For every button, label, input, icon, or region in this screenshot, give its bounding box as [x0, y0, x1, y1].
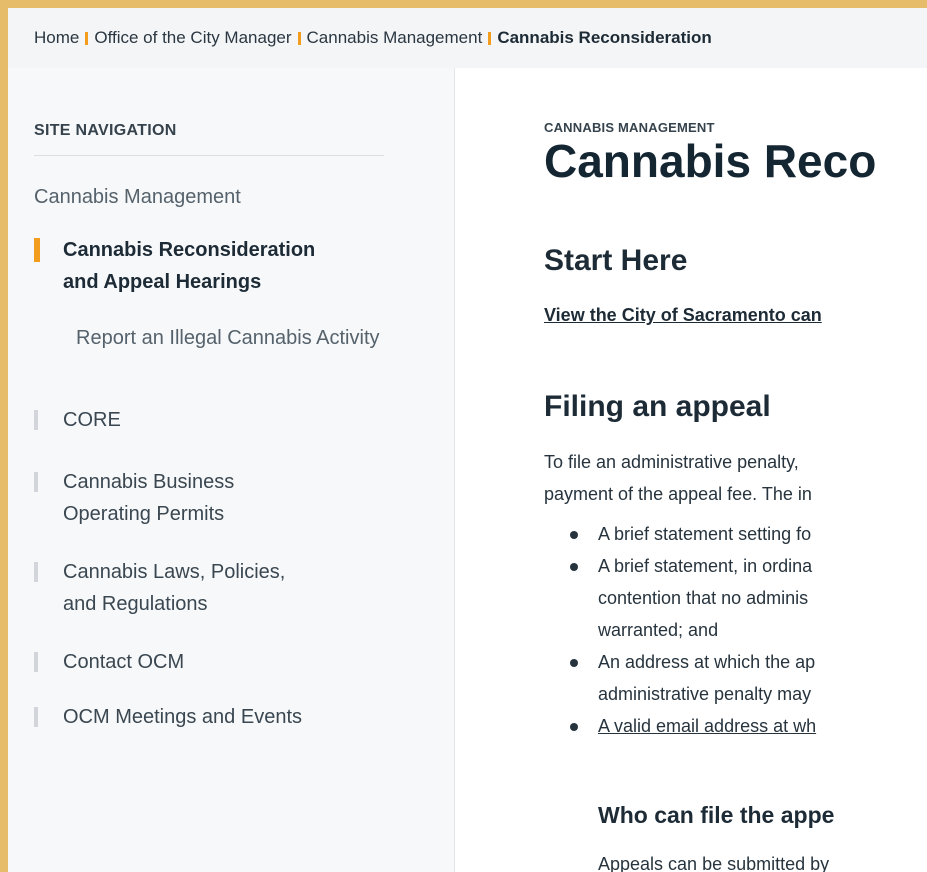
active-indicator [34, 238, 40, 262]
start-here-heading: Start Here [544, 244, 688, 277]
page-title: Cannabis Reco [544, 135, 877, 187]
main-content: CANNABIS MANAGEMENT Cannabis Reco Start … [456, 68, 927, 872]
list-item-link[interactable]: A valid email address at wh [570, 710, 816, 742]
sidebar-item-label: OCM Meetings and Events [63, 706, 302, 728]
breadcrumb-current: Cannabis Reconsideration [497, 28, 712, 47]
sidebar-item-label: Cannabis Laws, Policies, and Regulations [63, 561, 286, 615]
breadcrumb-city-manager[interactable]: Office of the City Manager [94, 28, 291, 48]
breadcrumb-cannabis-management[interactable]: Cannabis Management [307, 28, 483, 48]
sidebar-heading: SITE NAVIGATION [34, 122, 177, 139]
sidebar-item-cannabis-management[interactable]: Cannabis Management [34, 186, 241, 209]
sidebar-item-contact-ocm[interactable]: Contact OCM [34, 646, 184, 678]
view-city-link[interactable]: View the City of Sacramento can [544, 305, 822, 326]
nav-marker [34, 562, 38, 582]
site-navigation: SITE NAVIGATION Cannabis Management Cann… [8, 68, 455, 872]
sidebar-item-meetings-events[interactable]: OCM Meetings and Events [34, 701, 302, 733]
sidebar-item-reconsideration-appeals[interactable]: Cannabis Reconsideration and Appeal Hear… [34, 234, 315, 298]
breadcrumb: Home Office of the City Manager Cannabis… [8, 8, 927, 68]
breadcrumb-separator [488, 31, 492, 45]
sidebar-item-label: Cannabis Business Operating Permits [63, 471, 235, 525]
nav-marker [34, 707, 38, 727]
sidebar-divider [34, 155, 384, 156]
nav-marker [34, 652, 38, 672]
breadcrumb-home[interactable]: Home [34, 28, 79, 48]
filing-appeal-paragraph: To file an administrative penalty, payme… [544, 452, 812, 504]
filing-appeal-heading: Filing an appeal [544, 390, 771, 423]
list-item: A brief statement, in ordina contention … [570, 550, 816, 646]
sidebar-item-business-permits[interactable]: Cannabis Business Operating Permits [34, 466, 234, 530]
appeal-requirements-list: A brief statement setting fo A brief sta… [570, 518, 816, 742]
sidebar-item-label: Cannabis Reconsideration and Appeal Hear… [63, 239, 316, 293]
nav-marker [34, 472, 38, 492]
sidebar-item-laws-policies[interactable]: Cannabis Laws, Policies, and Regulations [34, 556, 285, 620]
sidebar-item-label: CORE [63, 409, 121, 431]
sidebar-item-report-illegal-activity[interactable]: Report an Illegal Cannabis Activity [76, 322, 406, 354]
browser-page: Home Office of the City Manager Cannabis… [8, 8, 927, 872]
sidebar-item-label: Contact OCM [63, 651, 185, 673]
section-eyebrow: CANNABIS MANAGEMENT [544, 120, 715, 135]
sidebar-item-core[interactable]: CORE [34, 404, 121, 436]
list-item: An address at which the ap administrativ… [570, 646, 816, 710]
list-item: A brief statement setting fo [570, 518, 816, 550]
breadcrumb-separator [85, 31, 89, 45]
who-can-file-text: Appeals can be submitted by [598, 854, 830, 872]
nav-marker [34, 410, 38, 430]
who-can-file-heading: Who can file the appe [598, 802, 835, 828]
breadcrumb-separator [297, 31, 301, 45]
